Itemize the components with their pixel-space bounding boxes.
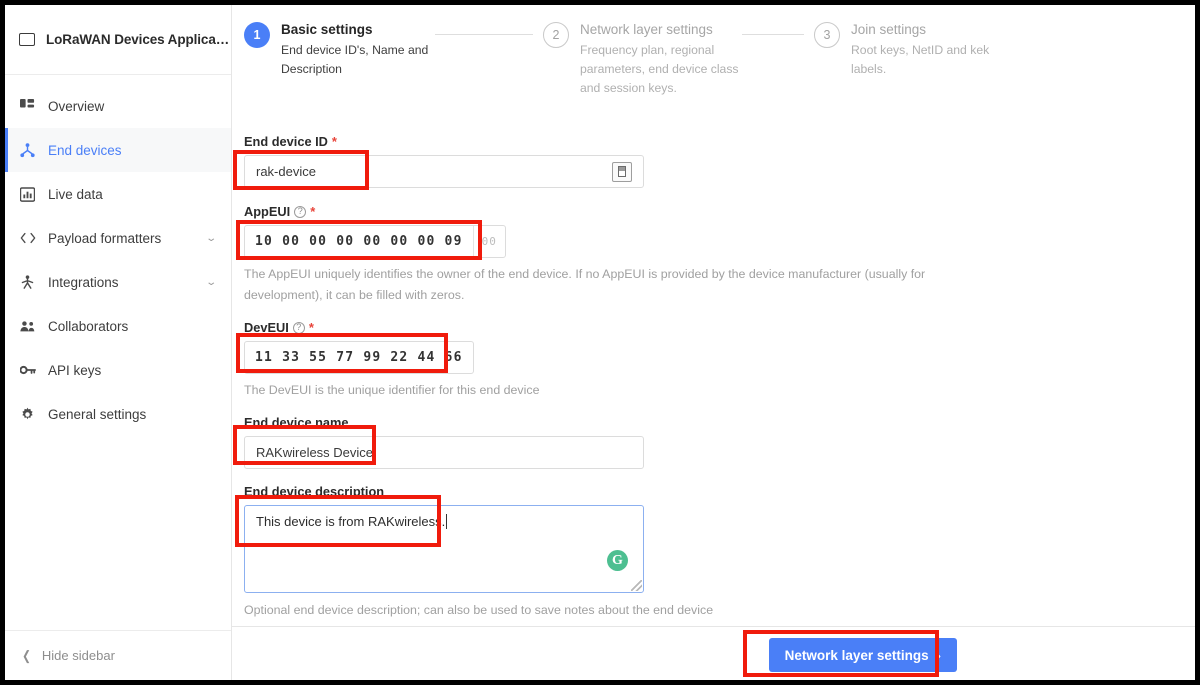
step-description: Root keys, NetID and kek labels.: [851, 43, 990, 76]
hide-sidebar-button[interactable]: ❮ Hide sidebar: [5, 630, 231, 680]
generate-icon[interactable]: [612, 161, 632, 182]
sidebar-item-api-keys[interactable]: API keys: [5, 348, 231, 392]
step-title: Basic settings: [281, 22, 373, 37]
end-device-description-hint: Optional end device description; can als…: [244, 603, 714, 617]
dev-eui-label-text: DevEUI: [244, 320, 289, 335]
resize-grip-icon[interactable]: [631, 580, 642, 591]
grammarly-icon[interactable]: G: [607, 550, 628, 571]
app-eui-hint: The AppEUI uniquely identifies the owner…: [244, 267, 926, 302]
key-icon: [19, 362, 36, 379]
end-device-id-label-text: End device ID: [244, 134, 328, 149]
dev-eui-label: DevEUI ? *: [244, 320, 1195, 335]
field-dev-eui: DevEUI ? * 11 33 55 77 99 22 44 66 The D…: [244, 320, 1195, 401]
question-mark-icon[interactable]: ?: [292, 321, 305, 334]
end-device-name-label-text: End device name: [244, 415, 349, 430]
grid-icon: [19, 98, 36, 115]
wizard-stepper: 1 Basic settings End device ID's, Name a…: [232, 5, 1195, 98]
step-description: End device ID's, Name and Description: [281, 43, 429, 76]
field-end-device-id: End device ID * rak-device: [244, 134, 1195, 188]
app-eui-placeholder-byte: 00: [472, 226, 505, 257]
end-device-id-value: rak-device: [256, 164, 316, 179]
end-device-name-value: RAKwireless Device: [256, 445, 374, 460]
sidebar-item-label: API keys: [48, 362, 102, 378]
sidebar-item-general-settings[interactable]: General settings: [5, 392, 231, 436]
sidebar-item-end-devices[interactable]: End devices: [5, 128, 231, 172]
end-device-name-label: End device name: [244, 415, 1195, 430]
window-icon: [19, 33, 35, 46]
app-eui-input[interactable]: 10 00 00 00 00 00 00 09 00: [244, 225, 506, 258]
required-asterisk: *: [310, 203, 316, 219]
sidebar-nav: Overview End devices Live data Payload f…: [5, 75, 231, 436]
end-device-description-textarea[interactable]: This device is from RAKwireless.: [244, 505, 644, 593]
sidebar-item-label: Collaborators: [48, 318, 129, 334]
chevron-left-icon: ❮: [22, 647, 31, 663]
form-footer: Network layer settings ›: [232, 626, 1195, 680]
application-window: LoRaWAN Devices Applica… Overview End de…: [5, 5, 1195, 680]
app-eui-label-text: AppEUI: [244, 204, 291, 219]
end-device-id-label: End device ID *: [244, 134, 1195, 149]
grammarly-glyph: G: [612, 552, 623, 568]
step-title: Join settings: [851, 22, 927, 37]
end-device-description-wrapper: This device is from RAKwireless. G: [244, 505, 644, 593]
sidebar: LoRaWAN Devices Applica… Overview End de…: [5, 5, 232, 680]
chevron-down-icon[interactable]: ⌄: [205, 277, 217, 288]
step-connector: [742, 34, 804, 35]
sidebar-item-label: End devices: [48, 142, 122, 158]
required-asterisk: *: [331, 133, 337, 149]
sidebar-item-label: General settings: [48, 406, 147, 422]
bar-chart-icon: [19, 186, 36, 203]
people-icon: [19, 318, 36, 335]
field-end-device-name: End device name RAKwireless Device: [244, 415, 1195, 469]
network-layer-settings-label: Network layer settings: [784, 647, 929, 663]
sidebar-item-label: Overview: [48, 98, 105, 114]
step-basic-settings[interactable]: 1 Basic settings End device ID's, Name a…: [244, 21, 433, 79]
chevron-right-icon: ›: [936, 647, 941, 663]
sidebar-item-live-data[interactable]: Live data: [5, 172, 231, 216]
application-title[interactable]: LoRaWAN Devices Applica…: [5, 5, 231, 75]
text-caret: [446, 514, 448, 529]
dev-eui-value: 11 33 55 77 99 22 44 66: [255, 350, 463, 365]
end-device-description-value: This device is from RAKwireless.: [256, 514, 446, 529]
step-network-layer-settings[interactable]: 2 Network layer settings Frequency plan,…: [543, 21, 740, 98]
sidebar-item-payload-formatters[interactable]: Payload formatters ⌄: [5, 216, 231, 260]
sidebar-item-label: Integrations: [48, 274, 119, 290]
step-description: Frequency plan, regional parameters, end…: [580, 43, 739, 95]
sidebar-item-label: Live data: [48, 186, 103, 202]
end-device-form: End device ID * rak-device AppEUI ? * 10…: [232, 134, 1195, 621]
end-device-description-label-text: End device description: [244, 484, 385, 499]
end-device-description-label: End device description: [244, 484, 1195, 499]
field-end-device-description: End device description This device is fr…: [244, 484, 1195, 621]
dev-eui-hint: The DevEUI is the unique identifier for …: [244, 383, 540, 397]
sidebar-item-label: Payload formatters: [48, 230, 162, 246]
code-brackets-icon: [19, 230, 36, 247]
device-tree-icon: [19, 142, 36, 159]
sidebar-item-collaborators[interactable]: Collaborators: [5, 304, 231, 348]
end-device-id-input[interactable]: rak-device: [244, 155, 644, 188]
integration-icon: [19, 274, 36, 291]
app-eui-value: 10 00 00 00 00 00 00 09: [255, 234, 463, 249]
sidebar-item-integrations[interactable]: Integrations ⌄: [5, 260, 231, 304]
step-connector: [435, 34, 533, 35]
application-title-label: LoRaWAN Devices Applica…: [46, 32, 230, 47]
gear-icon: [19, 406, 36, 423]
hide-sidebar-label: Hide sidebar: [41, 648, 115, 663]
main-content: 1 Basic settings End device ID's, Name a…: [232, 5, 1195, 680]
step-join-settings[interactable]: 3 Join settings Root keys, NetID and kek…: [814, 21, 1001, 79]
sidebar-item-overview[interactable]: Overview: [5, 84, 231, 128]
required-asterisk: *: [308, 319, 314, 335]
step-title: Network layer settings: [580, 22, 713, 37]
network-layer-settings-button[interactable]: Network layer settings ›: [768, 638, 957, 672]
end-device-name-input[interactable]: RAKwireless Device: [244, 436, 644, 469]
app-eui-label: AppEUI ? *: [244, 204, 1195, 219]
dev-eui-input[interactable]: 11 33 55 77 99 22 44 66: [244, 341, 474, 374]
chevron-down-icon[interactable]: ⌄: [205, 233, 217, 244]
question-mark-icon[interactable]: ?: [294, 205, 307, 218]
field-app-eui: AppEUI ? * 10 00 00 00 00 00 00 09 00 Th…: [244, 204, 1195, 306]
step-number: 2: [543, 22, 569, 48]
step-number: 1: [244, 22, 270, 48]
step-number: 3: [814, 22, 840, 48]
